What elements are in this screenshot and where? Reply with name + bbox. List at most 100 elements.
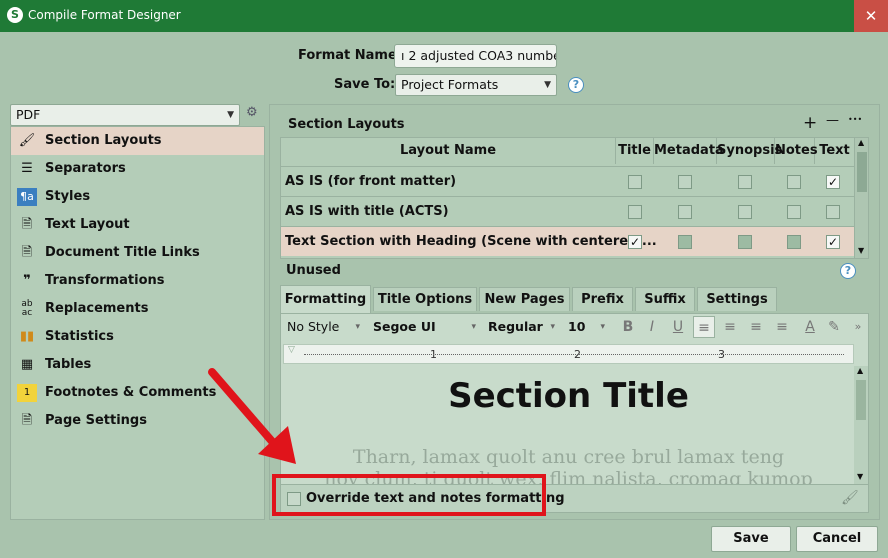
layout-name: AS IS (for front matter) [285, 174, 457, 189]
format-type-select[interactable]: PDF ▼ [10, 104, 240, 126]
preview-area[interactable]: Section Title Tharn, lamax quolt anu cre… [283, 366, 854, 484]
align-center-icon[interactable]: ≡ [719, 316, 741, 338]
sidebar-item-transformations[interactable]: ❞ Transformations [11, 267, 264, 295]
sidebar-item-styles[interactable]: ¶a Styles [11, 183, 264, 211]
sidebar-item-statistics[interactable]: ▮▮ Statistics [11, 323, 264, 351]
save-button[interactable]: Save [711, 526, 791, 552]
sidebar-item-label: Tables [45, 357, 92, 372]
layout-name: AS IS with title (ACTS) [285, 204, 449, 219]
bold-button[interactable]: B [617, 316, 639, 338]
sidebar-item-text-layout[interactable]: 🗎 Text Layout [11, 211, 264, 239]
help-icon[interactable]: ? [840, 263, 856, 279]
chevron-down-icon: ▾ [550, 322, 555, 332]
scroll-thumb[interactable] [857, 152, 867, 192]
save-to-label: Save To: [334, 77, 396, 92]
chevron-down-icon: ▾ [600, 322, 605, 332]
sidebar-item-label: Statistics [45, 329, 114, 344]
brush-icon: 🖌 [18, 133, 36, 148]
checkbox-title[interactable] [628, 175, 642, 189]
checkbox-notes[interactable] [787, 205, 801, 219]
align-left-icon[interactable]: ≡ [693, 316, 715, 338]
close-button[interactable]: ✕ [854, 0, 888, 32]
checkbox-notes[interactable] [787, 175, 801, 189]
checkbox-notes[interactable] [787, 235, 801, 249]
tab-formatting[interactable]: Formatting [280, 285, 371, 313]
page-icon: 🗎 [21, 245, 33, 260]
unused-label: Unused [286, 263, 341, 278]
table-row[interactable]: AS IS (for front matter) ✓ [281, 166, 854, 196]
font-select[interactable]: Segoe UI ▾ [369, 316, 481, 338]
help-icon[interactable]: ? [568, 77, 584, 93]
table-scrollbar[interactable]: ▲ ▼ [854, 138, 868, 258]
align-right-icon[interactable]: ≡ [771, 316, 793, 338]
add-layout-button[interactable]: + [803, 113, 817, 133]
text-color-button[interactable]: A [799, 316, 821, 338]
save-to-select[interactable]: Project Formats ▼ [395, 74, 557, 96]
checkbox-synopsis[interactable] [738, 175, 752, 189]
ruler[interactable]: ▽ 1 2 3 [283, 344, 854, 364]
weight-select[interactable]: Regular ▾ [484, 316, 560, 338]
quotes-icon: ❞ [23, 273, 31, 288]
align-justify-icon[interactable]: ≡ [745, 316, 767, 338]
checkbox-text[interactable]: ✓ [826, 235, 840, 249]
sidebar-item-label: Text Layout [45, 217, 130, 232]
tab-settings[interactable]: Settings [697, 287, 777, 311]
format-name-field[interactable]: ı 2 adjusted COA3 numbers [394, 44, 557, 68]
preview-body-line: Tharn, lamax quolt anu cree brul lamax t… [352, 446, 785, 468]
scroll-up-icon[interactable]: ▲ [858, 138, 864, 147]
checkbox-synopsis[interactable] [738, 205, 752, 219]
checkbox-synopsis[interactable] [738, 235, 752, 249]
chevron-down-icon: ▾ [355, 322, 360, 332]
checkbox-metadata[interactable] [678, 205, 692, 219]
brush-icon[interactable]: 🖌 [841, 490, 859, 506]
title-bar: S Compile Format Designer ✕ [0, 0, 888, 32]
scroll-down-icon[interactable]: ▼ [857, 472, 863, 481]
overflow-icon[interactable]: » [847, 316, 869, 338]
format-name-label: Format Name: [298, 48, 402, 63]
column-header-notes[interactable]: Notes [775, 138, 818, 164]
tab-suffix[interactable]: Suffix [635, 287, 695, 311]
scroll-up-icon[interactable]: ▲ [857, 366, 863, 375]
remove-layout-button[interactable]: — [826, 113, 839, 128]
tab-prefix[interactable]: Prefix [572, 287, 633, 311]
highlight-icon[interactable]: ✎ [823, 316, 845, 338]
font-size-select[interactable]: 10 ▾ [564, 316, 610, 338]
tab-new-pages[interactable]: New Pages [479, 287, 570, 311]
format-toolbar: No Style ▾ Segoe UI ▾ Regular ▾ 10 ▾ B I… [283, 316, 866, 342]
checkbox-text[interactable] [826, 205, 840, 219]
checkbox-metadata[interactable] [678, 175, 692, 189]
scroll-down-icon[interactable]: ▼ [858, 246, 864, 255]
column-header-synopsis[interactable]: Synopsis [717, 138, 782, 164]
page-icon: 🗎 [21, 217, 33, 232]
gear-icon[interactable]: ⚙ [246, 106, 260, 120]
checkbox-text[interactable]: ✓ [826, 175, 840, 189]
column-header-layout-name[interactable]: Layout Name [281, 138, 616, 164]
tab-title-options[interactable]: Title Options [373, 287, 477, 311]
checkbox-metadata[interactable] [678, 235, 692, 249]
column-header-text[interactable]: Text [815, 138, 854, 164]
sidebar-item-label: Separators [45, 161, 126, 176]
indent-marker-icon[interactable]: ▽ [288, 345, 295, 355]
style-select[interactable]: No Style ▾ [283, 316, 365, 338]
table-row[interactable]: Text Section with Heading (Scene with ce… [281, 226, 854, 256]
format-type-value: PDF [16, 107, 41, 122]
sidebar-item-replacements[interactable]: ab ac Replacements [11, 295, 264, 323]
font-size-value: 10 [568, 319, 586, 334]
checkbox-title[interactable]: ✓ [628, 235, 642, 249]
sidebar-item-separators[interactable]: ☰ Separators [11, 155, 264, 183]
preview-scrollbar[interactable]: ▲ ▼ [854, 366, 868, 484]
column-header-metadata[interactable]: Metadata [654, 138, 724, 164]
underline-button[interactable]: U [667, 316, 689, 338]
sidebar-item-section-layouts[interactable]: 🖌 Section Layouts [11, 127, 264, 155]
window-title: Compile Format Designer [28, 8, 181, 22]
layout-name: Text Section with Heading (Scene with ce… [285, 234, 657, 249]
italic-button[interactable]: I [641, 316, 663, 338]
column-header-title[interactable]: Title [616, 138, 654, 164]
sidebar-item-document-title-links[interactable]: 🗎 Document Title Links [11, 239, 264, 267]
scroll-thumb[interactable] [856, 380, 866, 420]
weight-value: Regular [488, 319, 543, 334]
table-row[interactable]: AS IS with title (ACTS) [281, 196, 854, 226]
checkbox-title[interactable] [628, 205, 642, 219]
more-options-button[interactable]: ••• [848, 115, 862, 124]
cancel-button[interactable]: Cancel [796, 526, 878, 552]
